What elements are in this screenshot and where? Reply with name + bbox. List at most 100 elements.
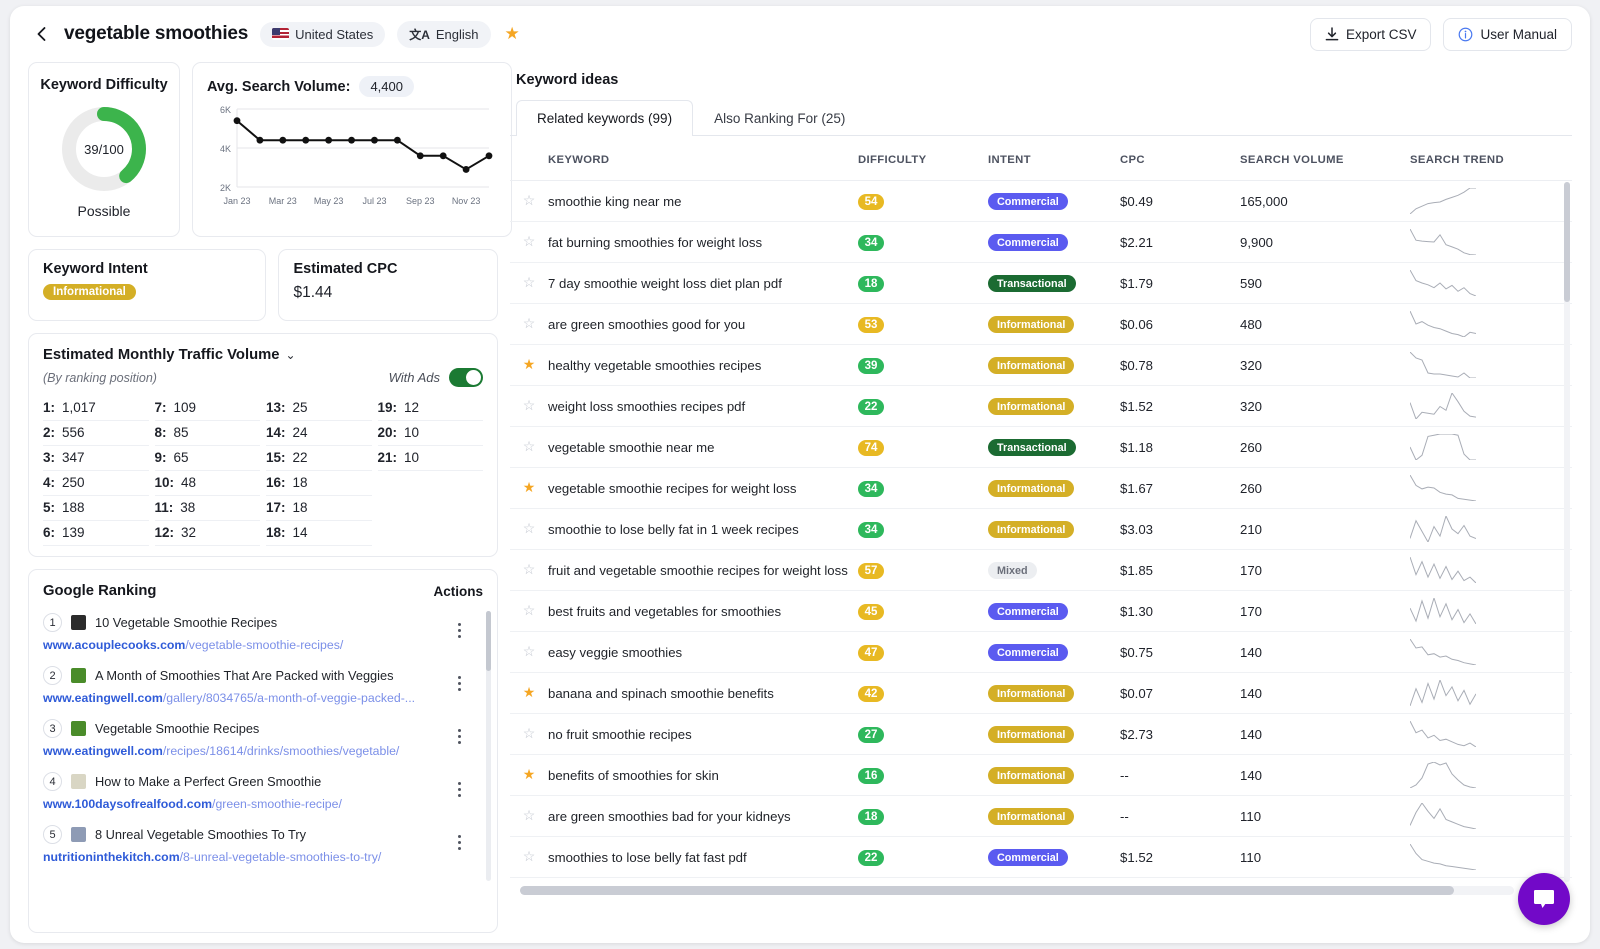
table-horizontal-scrollbar-thumb[interactable] xyxy=(520,886,1455,895)
tab-also-ranking-for[interactable]: Also Ranking For (25) xyxy=(693,100,866,136)
keyword-cell[interactable]: smoothie king near me xyxy=(548,180,858,222)
ranking-scrollbar[interactable] xyxy=(486,611,491,881)
col-keyword[interactable]: KEYWORD xyxy=(548,136,858,181)
table-vertical-scrollbar-thumb[interactable] xyxy=(1564,182,1570,302)
table-row[interactable]: ☆ weight loss smoothies recipes pdf 22 Info… xyxy=(510,385,1572,427)
star-filled-icon[interactable]: ★ xyxy=(523,479,536,495)
ranking-item-url[interactable]: www.eatingwell.com/gallery/8034765/a-mon… xyxy=(43,691,483,705)
favorite-cell[interactable]: ☆ xyxy=(510,426,548,468)
ranking-item-menu-button[interactable] xyxy=(458,782,461,800)
export-csv-button[interactable]: Export CSV xyxy=(1309,17,1432,51)
table-row[interactable]: ☆ smoothies to lose belly fat fast pdf 22 C… xyxy=(510,836,1572,878)
star-outline-icon[interactable]: ☆ xyxy=(523,561,536,577)
keyword-cell[interactable]: healthy vegetable smoothies recipes xyxy=(548,344,858,386)
col-intent[interactable]: INTENT xyxy=(988,136,1120,181)
table-row[interactable]: ☆ smoothie king near me 54 Commercial $0.49 1… xyxy=(510,180,1572,222)
table-row[interactable]: ★ healthy vegetable smoothies recipes 39 In… xyxy=(510,344,1572,386)
star-outline-icon[interactable]: ☆ xyxy=(523,807,536,823)
table-row[interactable]: ☆ are green smoothies bad for your kidney… xyxy=(510,795,1572,837)
country-selector[interactable]: United States xyxy=(260,21,386,47)
star-filled-icon[interactable]: ★ xyxy=(523,356,536,372)
table-vertical-scrollbar[interactable] xyxy=(1564,182,1570,882)
keyword-cell[interactable]: no fruit smoothie recipes xyxy=(548,713,858,755)
ranking-item-menu-button[interactable] xyxy=(458,835,461,853)
back-button[interactable] xyxy=(30,23,52,45)
keyword-cell[interactable]: benefits of smoothies for skin xyxy=(548,754,858,796)
ranking-item-url[interactable]: www.acouplecooks.com/vegetable-smoothie-… xyxy=(43,638,483,652)
chat-button[interactable] xyxy=(1518,873,1570,925)
ranking-list-item[interactable]: 4 How to Make a Perfect Green Smoothie www… xyxy=(43,766,483,819)
keyword-cell[interactable]: vegetable smoothie recipes for weight lo… xyxy=(548,467,858,509)
star-outline-icon[interactable]: ☆ xyxy=(523,848,536,864)
favorite-cell[interactable]: ☆ xyxy=(510,836,548,878)
ranking-list-item[interactable]: 3 Vegetable Smoothie Recipes www.eatingwel… xyxy=(43,713,483,766)
favorite-cell[interactable]: ☆ xyxy=(510,508,548,550)
favorite-cell[interactable]: ☆ xyxy=(510,385,548,427)
keyword-cell[interactable]: smoothies to lose belly fat fast pdf xyxy=(548,836,858,878)
keyword-cell[interactable]: fat burning smoothies for weight loss xyxy=(548,221,858,263)
star-outline-icon[interactable]: ☆ xyxy=(523,274,536,290)
ranking-item-menu-button[interactable] xyxy=(458,729,461,747)
table-row[interactable]: ☆ fruit and vegetable smoothie recipes fo… xyxy=(510,549,1572,591)
favorite-cell[interactable]: ☆ xyxy=(510,549,548,591)
ranking-item-url[interactable]: www.eatingwell.com/recipes/18614/drinks/… xyxy=(43,744,483,758)
favorite-cell[interactable]: ☆ xyxy=(510,795,548,837)
language-selector[interactable]: 文A English xyxy=(397,20,491,48)
favorite-cell[interactable]: ☆ xyxy=(510,180,548,222)
table-row[interactable]: ★ benefits of smoothies for skin 16 Informa… xyxy=(510,754,1572,796)
favorite-star-icon[interactable]: ★ xyxy=(505,24,520,44)
keyword-cell[interactable]: smoothie to lose belly fat in 1 week rec… xyxy=(548,508,858,550)
col-search-volume[interactable]: SEARCH VOLUME xyxy=(1240,136,1410,181)
keyword-cell[interactable]: banana and spinach smoothie benefits xyxy=(548,672,858,714)
favorite-cell[interactable]: ☆ xyxy=(510,262,548,304)
with-ads-toggle[interactable] xyxy=(449,368,483,387)
user-manual-button[interactable]: User Manual xyxy=(1443,17,1572,51)
favorite-cell[interactable]: ☆ xyxy=(510,631,548,673)
star-filled-icon[interactable]: ★ xyxy=(523,766,536,782)
ranking-scrollbar-thumb[interactable] xyxy=(486,611,491,671)
keyword-cell[interactable]: vegetable smoothie near me xyxy=(548,426,858,468)
table-row[interactable]: ☆ smoothie to lose belly fat in 1 week re… xyxy=(510,508,1572,550)
table-row[interactable]: ★ banana and spinach smoothie benefits 42 I… xyxy=(510,672,1572,714)
star-filled-icon[interactable]: ★ xyxy=(523,684,536,700)
table-row[interactable]: ☆ fat burning smoothies for weight loss 34… xyxy=(510,221,1572,263)
star-outline-icon[interactable]: ☆ xyxy=(523,725,536,741)
ranking-item-url[interactable]: nutritioninthekitch.com/8-unreal-vegetab… xyxy=(43,850,483,864)
ranking-list-item[interactable]: 2 A Month of Smoothies That Are Packed wi… xyxy=(43,660,483,713)
table-row[interactable]: ☆ vegetable smoothie near me 74 Transaction… xyxy=(510,426,1572,468)
star-outline-icon[interactable]: ☆ xyxy=(523,192,536,208)
ranking-item-menu-button[interactable] xyxy=(458,676,461,694)
favorite-cell[interactable]: ★ xyxy=(510,467,548,509)
col-difficulty[interactable]: DIFFICULTY xyxy=(858,136,988,181)
col-search-trend[interactable]: SEARCH TREND xyxy=(1410,136,1540,181)
favorite-cell[interactable]: ☆ xyxy=(510,221,548,263)
favorite-cell[interactable]: ☆ xyxy=(510,590,548,632)
keyword-cell[interactable]: fruit and vegetable smoothie recipes for… xyxy=(548,549,858,591)
table-row[interactable]: ☆ best fruits and vegetables for smoothie… xyxy=(510,590,1572,632)
col-cpc[interactable]: CPC xyxy=(1120,136,1240,181)
ranking-list-item[interactable]: 1 10 Vegetable Smoothie Recipes www.acoupl… xyxy=(43,607,483,660)
keyword-cell[interactable]: weight loss smoothies recipes pdf xyxy=(548,385,858,427)
favorite-cell[interactable]: ★ xyxy=(510,672,548,714)
star-outline-icon[interactable]: ☆ xyxy=(523,397,536,413)
table-row[interactable]: ★ vegetable smoothie recipes for weight l… xyxy=(510,467,1572,509)
favorite-cell[interactable]: ★ xyxy=(510,754,548,796)
table-row[interactable]: ☆ 7 day smoothie weight loss diet plan pd… xyxy=(510,262,1572,304)
table-row[interactable]: ☆ no fruit smoothie recipes 27 Informationa… xyxy=(510,713,1572,755)
keyword-cell[interactable]: easy veggie smoothies xyxy=(548,631,858,673)
table-horizontal-scrollbar[interactable] xyxy=(520,886,1514,895)
table-row[interactable]: ☆ are green smoothies good for you 53 Infor… xyxy=(510,303,1572,345)
star-outline-icon[interactable]: ☆ xyxy=(523,233,536,249)
star-outline-icon[interactable]: ☆ xyxy=(523,315,536,331)
star-outline-icon[interactable]: ☆ xyxy=(523,643,536,659)
keyword-cell[interactable]: are green smoothies good for you xyxy=(548,303,858,345)
ranking-list-item[interactable]: 5 8 Unreal Vegetable Smoothies To Try nutr… xyxy=(43,819,483,872)
favorite-cell[interactable]: ☆ xyxy=(510,303,548,345)
ranking-item-menu-button[interactable] xyxy=(458,623,461,641)
star-outline-icon[interactable]: ☆ xyxy=(523,520,536,536)
favorite-cell[interactable]: ☆ xyxy=(510,713,548,755)
table-row[interactable]: ☆ easy veggie smoothies 47 Commercial $0.75 1… xyxy=(510,631,1572,673)
star-outline-icon[interactable]: ☆ xyxy=(523,438,536,454)
favorite-cell[interactable]: ★ xyxy=(510,344,548,386)
keyword-cell[interactable]: 7 day smoothie weight loss diet plan pdf xyxy=(548,262,858,304)
